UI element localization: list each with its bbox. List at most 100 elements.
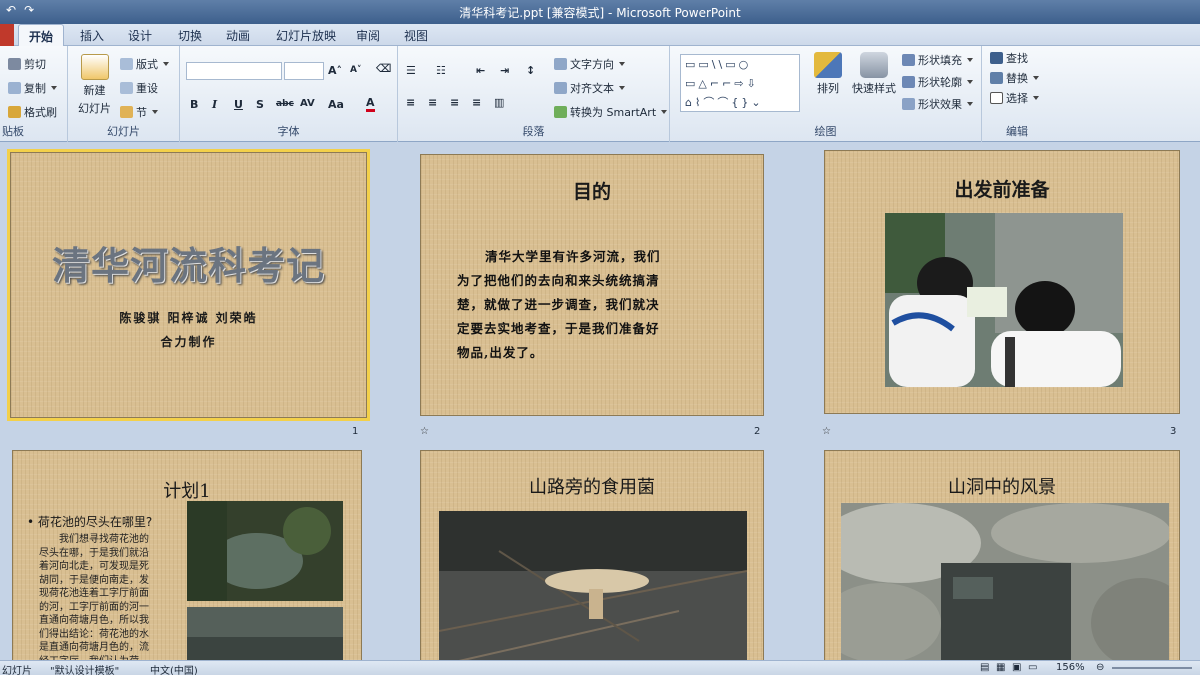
slide-thumbnail-6[interactable]: 山洞中的风景 — [824, 450, 1180, 664]
font-group: A˄ A˅ ⌫ B I U S abc AV Aa A 字体 — [180, 46, 398, 142]
bold-button[interactable]: B — [190, 98, 198, 111]
ribbon-tabs: 开始 插入 设计 切换 动画 幻灯片放映 审阅 视图 — [0, 24, 1200, 47]
shrink-font-icon[interactable]: A˅ — [350, 65, 361, 75]
slide-title: 山路旁的食用菌 — [529, 477, 655, 498]
new-slide-icon — [80, 54, 109, 80]
shapes-gallery[interactable]: ▭▭\\▭○ ▭△⌐⌐⇨⇩ ⌂⌇⌒⌒{}⌄ — [680, 54, 800, 112]
replace-button[interactable]: 替换 — [990, 70, 1039, 86]
tab-home[interactable]: 开始 — [18, 24, 65, 47]
slide-thumbnail-4[interactable]: 计划1 • 荷花池的尽头在哪里? 我们想寻找荷花池的 尽头在哪，于是我们就沿 着… — [12, 450, 362, 666]
slide-sorter-icon[interactable]: ▦ — [996, 662, 1005, 673]
slide-number: 3 — [1170, 426, 1177, 437]
tab-transitions[interactable]: 切换 — [178, 27, 202, 44]
body-line: 着河向北走，可发现是死 — [39, 561, 149, 572]
slide-thumbnail-3[interactable]: 出发前准备 — [824, 150, 1180, 414]
slide-body: 楚，就做了进一步调查，我们就决 — [457, 297, 660, 312]
file-tab[interactable] — [0, 24, 14, 46]
decrease-indent-icon[interactable]: ⇤ — [476, 64, 485, 77]
reset-button[interactable]: 重设 — [120, 80, 158, 96]
line-spacing-icon[interactable]: ↕ — [526, 64, 535, 77]
slide-thumbnail-2[interactable]: 目的 清华大学里有许多河流，我们 为了把他们的去向和来头统统搞清 楚，就做了进一… — [420, 154, 764, 416]
slide-thumbnail-5[interactable]: 山路旁的食用菌 — [420, 450, 764, 664]
arrange-icon — [814, 52, 842, 78]
align-left-icon[interactable]: ≡ — [406, 96, 415, 109]
quick-styles-button[interactable]: 快速样式 — [852, 52, 896, 96]
drawing-group: ▭▭\\▭○ ▭△⌐⌐⇨⇩ ⌂⌇⌒⌒{}⌄ 排列 快速样式 形状填充 形状轮廓 形状… — [670, 46, 982, 142]
font-color-button[interactable]: A — [366, 96, 375, 112]
shape-outline-button[interactable]: 形状轮廓 — [902, 74, 973, 90]
editing-group: 查找 替换 选择 编辑 — [982, 46, 1052, 142]
normal-view-icon[interactable]: ▤ — [980, 662, 989, 673]
pond-photo — [187, 501, 343, 601]
shape-fill-button[interactable]: 形状填充 — [902, 52, 973, 68]
copy-icon — [8, 82, 21, 94]
tab-slideshow[interactable]: 幻灯片放映 — [276, 27, 336, 44]
layout-button[interactable]: 版式 — [120, 56, 169, 72]
body-line: 我们想寻找荷花池的 — [59, 534, 149, 545]
underline-button[interactable]: U — [234, 98, 243, 111]
stream-photo-image — [187, 607, 343, 665]
new-slide-button[interactable]: 新建 幻灯片 — [78, 54, 111, 116]
find-button[interactable]: 查找 — [990, 50, 1028, 66]
replace-icon — [990, 72, 1003, 84]
text-direction-button[interactable]: 文字方向 — [554, 56, 625, 72]
slide-title: 目的 — [572, 181, 611, 203]
bullets-icon[interactable]: ☰ — [406, 64, 416, 77]
body-line: 现荷花池连着工字厅前面 — [39, 588, 149, 599]
stream-photo — [187, 607, 343, 665]
font-label: 字体 — [277, 125, 300, 138]
section-button[interactable]: 节 — [120, 104, 158, 120]
align-center-icon[interactable]: ≡ — [428, 96, 437, 109]
increase-indent-icon[interactable]: ⇥ — [500, 64, 509, 77]
zoom-out-icon[interactable]: ⊖ — [1096, 662, 1104, 673]
cut-button[interactable]: 剪切 — [8, 56, 46, 72]
font-size-dropdown[interactable] — [284, 62, 324, 80]
copy-button[interactable]: 复制 — [8, 80, 57, 96]
format-painter-button[interactable]: 格式刷 — [8, 104, 57, 120]
slide-subtitle: 合力制作 — [160, 335, 217, 349]
students-photo — [885, 213, 1123, 387]
justify-icon[interactable]: ≡ — [472, 96, 481, 109]
layout-icon — [120, 58, 133, 70]
slide-body: 清华大学里有许多河流，我们 — [485, 249, 661, 264]
tab-view[interactable]: 视图 — [404, 27, 428, 44]
clear-format-icon[interactable]: ⌫ — [376, 62, 392, 75]
select-button[interactable]: 选择 — [990, 90, 1039, 106]
strikethrough-button[interactable]: abc — [276, 99, 294, 109]
slide-bullet: • 荷花池的尽头在哪里? — [27, 515, 153, 529]
slide-title: 计划1 — [163, 481, 211, 502]
slide-thumbnail-1[interactable]: 清华河流科考记 陈骏骐 阳梓诚 刘荣皓 合力制作 — [7, 149, 370, 421]
font-name-dropdown[interactable] — [186, 62, 282, 80]
slide-subtitle: 陈骏骐 阳梓诚 刘荣皓 — [119, 311, 258, 325]
align-right-icon[interactable]: ≡ — [450, 96, 459, 109]
slide-body: 为了把他们的去向和来头统统搞清 — [457, 273, 660, 288]
shape-effects-button[interactable]: 形状效果 — [902, 96, 973, 112]
align-text-button[interactable]: 对齐文本 — [554, 80, 625, 96]
tab-insert[interactable]: 插入 — [80, 27, 104, 44]
shadow-button[interactable]: S — [256, 98, 264, 111]
char-spacing-button[interactable]: AV — [300, 98, 315, 109]
reading-view-icon[interactable]: ▣ — [1012, 662, 1021, 673]
status-template: "默认设计模板" — [50, 666, 120, 675]
italic-button[interactable]: I — [212, 98, 217, 111]
zoom-level[interactable]: 156% — [1056, 662, 1085, 673]
zoom-slider[interactable] — [1112, 667, 1192, 669]
grow-font-icon[interactable]: A˄ — [328, 64, 342, 77]
slide-title: 出发前准备 — [954, 179, 1050, 201]
arrange-button[interactable]: 排列 — [814, 52, 842, 96]
columns-icon[interactable]: ▥ — [494, 96, 504, 109]
body-line: 直通向荷塘月色，所以我 — [39, 615, 149, 626]
tab-design[interactable]: 设计 — [128, 27, 152, 44]
slide-title: 山洞中的风景 — [948, 477, 1056, 498]
slide-body: 物品,出发了。 — [457, 345, 544, 360]
status-language[interactable]: 中文(中国) — [150, 662, 198, 675]
smartart-button[interactable]: 转换为 SmartArt — [554, 104, 668, 120]
slides-label: 幻灯片 — [107, 125, 140, 138]
numbering-icon[interactable]: ☷ — [436, 64, 446, 77]
tab-animations[interactable]: 动画 — [226, 27, 250, 44]
slide-number: 1 — [352, 426, 359, 437]
tab-review[interactable]: 审阅 — [356, 27, 380, 44]
window-title: 清华科考记.ppt [兼容模式] - Microsoft PowerPoint — [459, 6, 741, 20]
slideshow-icon[interactable]: ▭ — [1028, 662, 1037, 673]
change-case-button[interactable]: Aa — [328, 98, 344, 111]
